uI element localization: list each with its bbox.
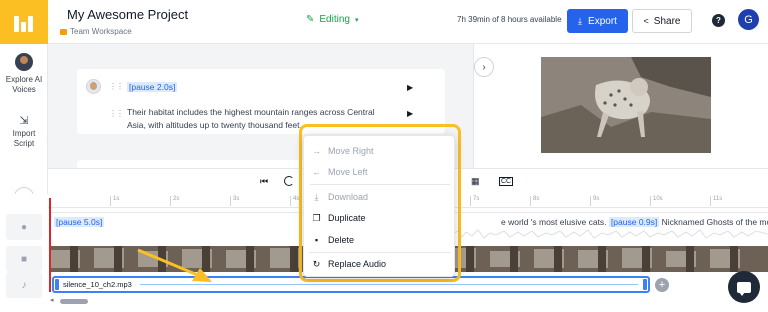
menu-item-move-right[interactable]: → Move Right	[304, 141, 456, 161]
workspace-label[interactable]: Team Workspace	[60, 27, 132, 36]
clip-handle-right[interactable]	[643, 279, 647, 290]
captions-icon[interactable]: CC	[499, 177, 514, 186]
scroll-left-icon[interactable]: ◂	[50, 296, 54, 304]
audio-waveform	[452, 229, 768, 239]
play-icon[interactable]: ▶	[407, 109, 413, 118]
project-title[interactable]: My Awesome Project	[67, 7, 188, 22]
playhead[interactable]	[49, 198, 51, 292]
menu-item-label: Download	[328, 192, 369, 202]
duplicate-icon: ❐	[312, 212, 321, 223]
track-icons: ● ■ ♪	[0, 194, 48, 312]
export-button[interactable]: ⤓ Export	[567, 9, 628, 33]
audio-clip-name: silence_10_ch2.mp3	[63, 280, 132, 289]
trash-icon: ▪	[314, 235, 319, 245]
ruler-tick: 11s	[710, 196, 722, 206]
drag-handle-icon[interactable]: ⋮⋮	[109, 82, 124, 91]
add-icon[interactable]: +	[655, 278, 669, 292]
skip-back-icon[interactable]: ⏮	[260, 176, 268, 187]
speaker-avatar[interactable]	[86, 79, 101, 94]
menu-item-label: Duplicate	[328, 213, 366, 223]
pause-tag[interactable]: [pause 5.0s]	[54, 217, 105, 227]
arrow-left-icon: ←	[312, 167, 321, 177]
segment-text: e world 's most elusive cats.	[501, 217, 607, 227]
clip-waveline	[140, 284, 638, 285]
mode-label: Editing	[319, 14, 350, 25]
text-segment[interactable]: e world 's most elusive cats. [pause 0.9…	[501, 217, 768, 227]
share-button[interactable]: < Share	[632, 9, 692, 33]
arrow-right-icon: →	[312, 146, 321, 156]
loading-icon	[284, 176, 294, 186]
menu-item-move-left[interactable]: ← Move Left	[304, 162, 456, 182]
chat-button[interactable]	[728, 271, 760, 303]
menu-separator	[310, 184, 450, 185]
drag-handle-icon[interactable]: ⋮⋮	[109, 109, 124, 118]
menu-item-label: Delete	[328, 235, 355, 245]
sidebar-item-explore-voices[interactable]: Explore AI Voices	[0, 53, 48, 95]
mode-dropdown[interactable]: ✎ Editing ▾	[306, 14, 358, 25]
sidebar-item-label: Import Script	[12, 129, 36, 148]
replace-icon: ↻	[312, 258, 321, 269]
pause-tag[interactable]: [pause 2.0s]	[127, 82, 178, 92]
top-bar: My Awesome Project Team Workspace ✎ Edit…	[0, 0, 768, 44]
download-icon: ⤓	[314, 191, 319, 202]
share-label: Share	[653, 15, 681, 27]
time-available: 7h 39min of 8 hours available	[457, 15, 562, 24]
video-preview[interactable]	[541, 57, 711, 153]
download-icon: ⤓	[578, 15, 583, 26]
clip-handle-left[interactable]	[55, 279, 59, 290]
menu-item-label: Move Left	[328, 167, 368, 177]
folder-icon	[60, 28, 67, 35]
ruler-tick: 1s	[110, 196, 119, 206]
ruler-tick: 8s	[530, 196, 539, 206]
scrollbar-thumb[interactable]	[60, 299, 88, 304]
sidebar-item-import-script[interactable]: ⇲ Import Script	[0, 116, 48, 149]
chat-icon	[737, 281, 751, 296]
snow-leopard-image	[541, 57, 711, 153]
chevron-right-icon[interactable]: ›	[474, 57, 494, 77]
chevron-down-icon: ▾	[354, 16, 359, 24]
ruler-tick: 4s	[290, 196, 299, 206]
microphone-icon[interactable]: ●	[6, 214, 42, 240]
pause-tag[interactable]: [pause 0.9s]	[608, 217, 660, 227]
sidebar-item-label: Explore AI Voices	[5, 75, 43, 94]
menu-item-delete[interactable]: ▪ Delete	[304, 230, 456, 250]
voice-avatar	[15, 53, 33, 71]
ruler-tick: 3s	[230, 196, 239, 206]
clapperboard-icon[interactable]: ▦	[471, 176, 480, 187]
menu-item-duplicate[interactable]: ❐ Duplicate	[304, 208, 456, 228]
segment-text: Nicknamed Ghosts of the mountains,	[661, 217, 768, 227]
play-icon[interactable]: ▶	[407, 83, 413, 92]
ruler-tick: 2s	[170, 196, 179, 206]
help-icon[interactable]: ?	[712, 14, 725, 27]
music-note-icon[interactable]: ♪	[6, 272, 42, 298]
workspace-name: Team Workspace	[70, 27, 132, 36]
context-menu: → Move Right ← Move Left ⤓ Download ❐ Du…	[303, 135, 455, 277]
import-icon: ⇲	[19, 115, 29, 127]
export-label: Export	[588, 15, 617, 27]
menu-item-download[interactable]: ⤓ Download	[304, 187, 456, 207]
ruler-tick: 9s	[590, 196, 599, 206]
user-avatar[interactable]: G	[738, 9, 759, 30]
menu-item-label: Replace Audio	[328, 259, 387, 269]
pencil-icon: ✎	[306, 14, 315, 25]
menu-item-label: Move Right	[328, 146, 374, 156]
ruler-tick: 10s	[650, 196, 663, 206]
menu-separator	[310, 252, 450, 253]
app-logo[interactable]	[0, 0, 48, 44]
share-icon: <	[643, 16, 649, 26]
timeline-scrollbar[interactable]: ◂	[48, 296, 768, 306]
pause-line[interactable]: [pause 2.0s]	[127, 82, 178, 92]
video-camera-icon[interactable]: ■	[6, 246, 42, 272]
menu-item-replace-audio[interactable]: ↻ Replace Audio	[304, 254, 456, 274]
ruler-tick: 7s	[470, 196, 479, 206]
logo-icon	[14, 12, 34, 32]
